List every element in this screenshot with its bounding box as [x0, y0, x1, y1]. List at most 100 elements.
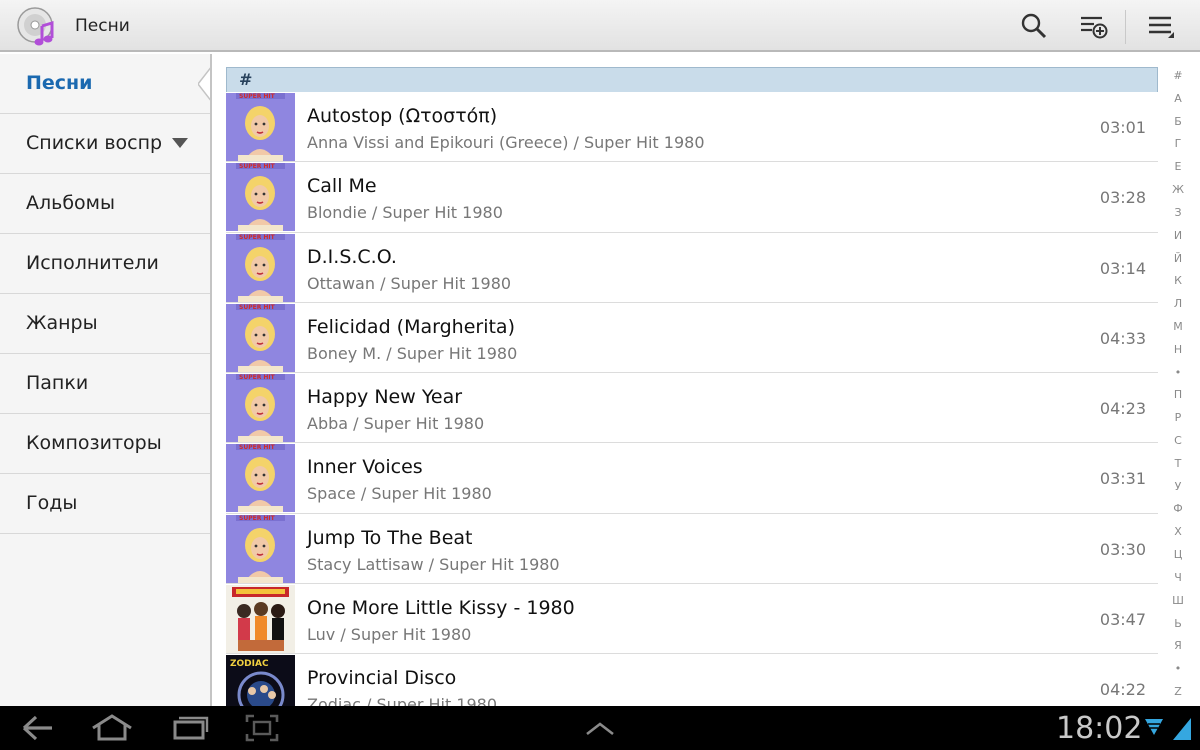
alphabet-index-letter[interactable]: Н: [1174, 343, 1182, 356]
back-button[interactable]: [20, 712, 56, 748]
section-header-label: #: [239, 70, 253, 89]
sidebar-item-songs[interactable]: Песни: [0, 54, 210, 114]
home-button[interactable]: [90, 712, 134, 748]
alphabet-index-letter[interactable]: Х: [1174, 526, 1182, 538]
sidebar-item-label: Альбомы: [26, 192, 116, 214]
svg-text:SUPER HIT: SUPER HIT: [239, 234, 276, 241]
alphabet-index-letter[interactable]: К: [1174, 275, 1182, 287]
svg-text:SUPER HIT: SUPER HIT: [239, 374, 276, 381]
sidebar-item-label: Песни: [26, 72, 93, 94]
song-row[interactable]: SUPER HIT Jump To The Beat Stacy Lattisaw …: [226, 513, 1158, 585]
overflow-menu-button[interactable]: [1146, 10, 1178, 42]
song-title: Felicidad (Margherita): [307, 315, 515, 338]
song-artist-album: Ottawan / Super Hit 1980: [307, 273, 512, 293]
sidebar-item-composers[interactable]: Композиторы: [0, 414, 210, 474]
alphabet-index-letter[interactable]: З: [1174, 206, 1181, 219]
alphabet-index-letter[interactable]: Л: [1174, 298, 1182, 310]
song-duration: 04:23: [1099, 399, 1146, 419]
song-title: Jump To The Beat: [307, 526, 473, 549]
svg-text:SUPER HIT: SUPER HIT: [239, 93, 276, 100]
notifications-toggle-button[interactable]: [584, 718, 616, 742]
sidebar-item-label: Композиторы: [26, 432, 162, 454]
playlist-add-icon: [1081, 16, 1108, 39]
screenshot-icon: [245, 714, 279, 742]
alphabet-index-letter[interactable]: Т: [1175, 457, 1182, 470]
alphabet-index-letter[interactable]: Ц: [1174, 549, 1183, 561]
song-list[interactable]: # SUPER HIT Autostop (Ωτοστόπ) Anna Vissi …: [214, 54, 1164, 706]
svg-text:SUPER HIT: SUPER HIT: [239, 444, 276, 451]
alphabet-index-letter[interactable]: С: [1174, 435, 1182, 447]
system-bar: 18:02: [0, 706, 1200, 750]
alphabet-index-letter[interactable]: #: [1173, 70, 1182, 82]
song-rows: SUPER HIT Autostop (Ωτοστόπ) Anna Vissi an…: [226, 92, 1158, 706]
alphabet-index-letter[interactable]: Z: [1174, 685, 1182, 698]
alphabet-index-letter[interactable]: У: [1175, 480, 1182, 493]
recent-apps-button[interactable]: [170, 712, 210, 748]
svg-text:SUPER HIT: SUPER HIT: [239, 304, 276, 311]
sidebar-item-label: Папки: [26, 372, 89, 394]
search-icon: [1021, 13, 1047, 39]
song-row[interactable]: SUPER HIT D.I.S.C.O. Ottawan / Super Hit 1…: [226, 232, 1158, 303]
screenshot-button[interactable]: [244, 712, 280, 748]
action-bar-divider: [1125, 10, 1126, 44]
add-to-playlist-button[interactable]: [1078, 10, 1110, 42]
song-artist-album: Boney M. / Super Hit 1980: [307, 343, 518, 363]
song-row[interactable]: One More Little Kissy - 1980 Luv / Super …: [226, 584, 1158, 655]
alphabet-index-letter[interactable]: Я: [1174, 640, 1182, 652]
sidebar-item-years[interactable]: Годы: [0, 474, 210, 534]
song-row[interactable]: SUPER HIT Happy New Year Abba / Super Hit …: [226, 373, 1158, 444]
sidebar-item-playlists[interactable]: Списки воспроизведения: [0, 114, 210, 174]
album-cover: SUPER HIT: [226, 93, 295, 161]
music-app-icon[interactable]: [16, 6, 58, 48]
alphabet-index-letter[interactable]: Р: [1175, 412, 1182, 424]
song-row[interactable]: SUPER HIT Felicidad (Margherita) Boney M. …: [226, 302, 1158, 374]
sidebar-item-folders[interactable]: Папки: [0, 354, 210, 414]
alphabet-index-letter[interactable]: П: [1174, 389, 1182, 401]
album-cover: [226, 585, 295, 654]
alphabet-index-letter[interactable]: Ж: [1172, 184, 1184, 196]
sidebar-item-artists[interactable]: Исполнители: [0, 234, 210, 294]
wifi-icon: [1144, 716, 1164, 744]
home-icon: [92, 714, 132, 741]
alphabet-index-letter[interactable]: А: [1174, 92, 1182, 105]
sidebar-item-albums[interactable]: Альбомы: [0, 174, 210, 234]
chevron-up-icon: [586, 722, 614, 736]
alphabet-index-letter[interactable]: Ш: [1172, 594, 1184, 607]
battery-icon: [1170, 714, 1194, 746]
alphabet-index-letter[interactable]: И: [1174, 229, 1182, 242]
song-artist-album: Abba / Super Hit 1980: [307, 414, 485, 434]
song-artist-album: Anna Vissi and Epikouri (Greece) / Super…: [307, 133, 705, 152]
song-row[interactable]: SUPER HIT Inner Voices Space / Super Hit 1…: [226, 443, 1158, 514]
svg-text:SUPER HIT: SUPER HIT: [239, 163, 276, 170]
song-row[interactable]: ZODIAC Provincial Disco Zodiac / Super Hit…: [226, 654, 1158, 706]
menu-icon: [1149, 16, 1174, 38]
selection-pointer-icon: [198, 67, 210, 101]
alphabet-index-letter[interactable]: •: [1175, 366, 1182, 379]
song-duration: 03:31: [1099, 469, 1146, 489]
song-artist-album: Stacy Lattisaw / Super Hit 1980: [307, 554, 560, 574]
alphabet-index[interactable]: # А Б Г Е Ж З И Й К Л М Н • П Р С Т У Ф Х Ц Ч Ш Ь Я • Z: [1166, 70, 1190, 698]
status-clock[interactable]: 18:02: [1056, 711, 1142, 746]
song-duration: 03:28: [1099, 188, 1146, 208]
alphabet-index-letter[interactable]: Ь: [1174, 617, 1182, 630]
alphabet-index-letter[interactable]: Ч: [1174, 571, 1182, 584]
song-title: Inner Voices: [307, 456, 423, 479]
sidebar-item-genres[interactable]: Жанры: [0, 294, 210, 354]
page-title: Песни: [75, 16, 130, 36]
song-row[interactable]: SUPER HIT Call Me Blondie / Super Hit 1980…: [226, 162, 1158, 233]
sidebar-item-label: Жанры: [26, 312, 98, 334]
svg-text:SUPER HIT: SUPER HIT: [239, 515, 276, 522]
alphabet-index-letter[interactable]: Г: [1175, 138, 1182, 150]
alphabet-index-letter[interactable]: Й: [1174, 252, 1182, 265]
search-button[interactable]: [1018, 10, 1050, 42]
alphabet-index-letter[interactable]: Е: [1175, 161, 1182, 173]
song-duration: 03:14: [1099, 258, 1146, 278]
alphabet-index-letter[interactable]: •: [1175, 663, 1182, 675]
song-title: D.I.S.C.O.: [307, 245, 397, 268]
song-row[interactable]: SUPER HIT Autostop (Ωτοστόπ) Anna Vissi an…: [226, 92, 1158, 163]
album-cover: SUPER HIT: [226, 374, 295, 443]
alphabet-index-letter[interactable]: Ф: [1173, 503, 1182, 515]
alphabet-index-letter[interactable]: Б: [1174, 115, 1182, 128]
dropdown-arrow-icon[interactable]: [172, 138, 188, 148]
alphabet-index-letter[interactable]: М: [1173, 320, 1183, 333]
